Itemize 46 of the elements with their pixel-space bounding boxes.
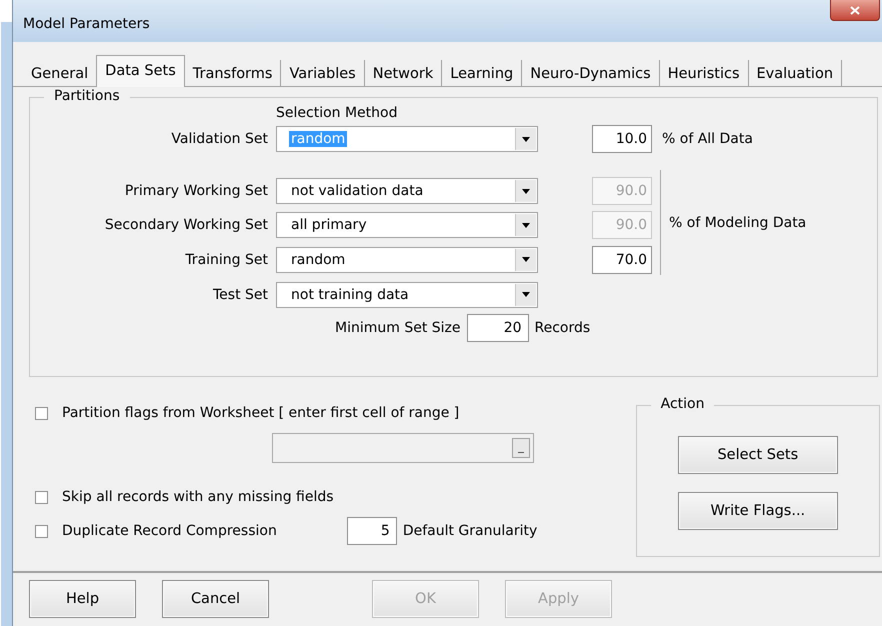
percent-field[interactable]: 10.0 <box>592 125 652 153</box>
checkbox-label: Skip all records with any missing fields <box>62 489 334 505</box>
dropdown[interactable]: random <box>276 246 538 272</box>
action-button[interactable]: Write Flags... <box>678 492 838 530</box>
column-heading: Selection Method <box>276 105 398 121</box>
field-label: Training Set <box>184 252 269 268</box>
tab[interactable]: Network <box>364 60 442 86</box>
window-title: Model Parameters <box>23 16 150 32</box>
tab[interactable]: Variables <box>281 60 365 86</box>
dropdown[interactable]: all primary <box>276 212 538 238</box>
dialog-button[interactable]: Help <box>29 580 136 618</box>
checkbox-label: Duplicate Record Compression <box>62 523 277 539</box>
tab[interactable]: Heuristics <box>660 60 749 86</box>
close-icon <box>850 6 860 14</box>
percent-field[interactable]: 70.0 <box>592 246 652 274</box>
tab[interactable]: Transforms <box>184 60 282 86</box>
close-button[interactable] <box>830 0 880 21</box>
tab[interactable]: Neuro-Dynamics <box>522 60 660 86</box>
field-label: Primary Working Set <box>124 183 269 199</box>
dropdown[interactable]: not validation data <box>276 178 538 204</box>
unit-label: % of Modeling Data <box>669 214 806 230</box>
tab[interactable]: Learning <box>442 60 522 86</box>
dropdown-arrow-icon <box>522 257 530 262</box>
input-field[interactable]: 5 <box>346 517 397 545</box>
dropdown[interactable]: not training data <box>276 282 538 308</box>
checkbox[interactable] <box>35 406 48 420</box>
tab[interactable]: General <box>23 60 96 86</box>
checkbox[interactable] <box>35 524 48 538</box>
field-label: Secondary Working Set <box>104 217 269 233</box>
dropdown-arrow-icon <box>522 136 530 142</box>
field-label: Default Granularity <box>402 523 538 539</box>
field-label: Validation Set <box>170 131 269 147</box>
checkbox[interactable] <box>35 490 48 504</box>
dropdown-arrow-icon <box>522 188 530 194</box>
checkbox-label: Partition flags from Worksheet [ enter first cell of range ] <box>62 405 460 421</box>
dropdown-arrow-icon <box>522 292 530 297</box>
unit-label: % of All Data <box>661 131 754 147</box>
action-button[interactable]: Select Sets <box>678 436 838 474</box>
tab[interactable]: Evaluation <box>748 60 842 86</box>
unit-label: Records <box>534 320 590 336</box>
dropdown-arrow-icon <box>522 222 530 228</box>
field-label: Minimum Set Size <box>335 320 461 336</box>
input-field[interactable]: 20 <box>466 314 529 342</box>
tab[interactable]: Data Sets <box>96 55 185 87</box>
dialog-button[interactable]: Cancel <box>162 580 269 618</box>
field-label: Test Set <box>212 286 269 302</box>
